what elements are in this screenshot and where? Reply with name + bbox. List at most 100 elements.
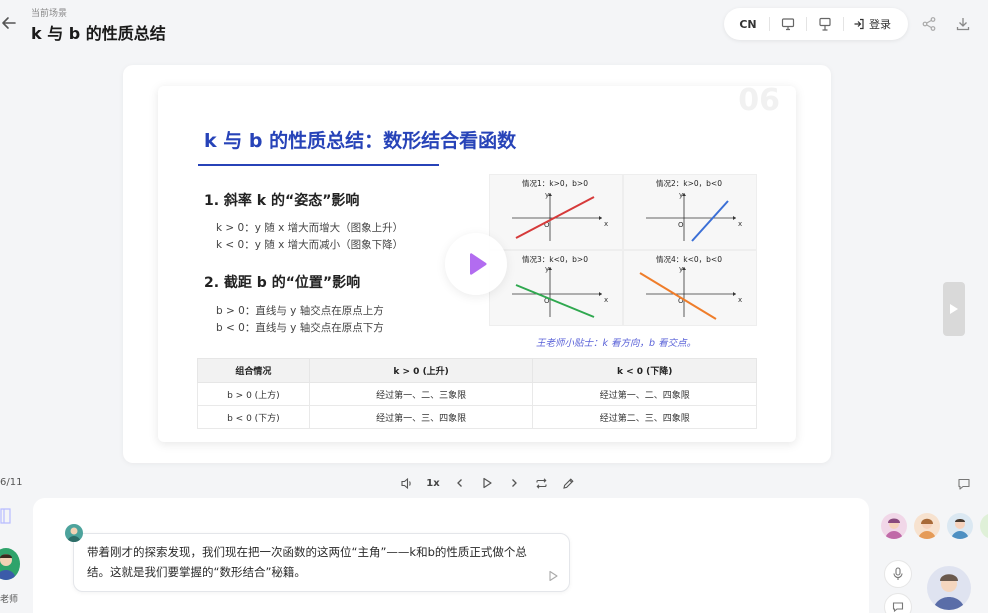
svg-text:x: x: [604, 296, 608, 304]
teacher-label: 老师: [0, 595, 19, 605]
table-header: k > 0 (上升): [308, 358, 534, 383]
microphone-icon: [893, 567, 903, 580]
chevron-right-icon: [512, 479, 517, 487]
slide: 06 k 与 b 的性质总结：数形结合看函数 1. 斜率 k 的“姿态”影响 k…: [158, 86, 796, 442]
repeat-button[interactable]: [530, 472, 552, 494]
language-button[interactable]: CN: [734, 8, 762, 40]
message-bubble: 带着刚才的探索发现，我们现在把一次函数的这两位“主角”——k和b的性质正式做个总…: [73, 533, 570, 592]
svg-text:情况2：k>0，b<0: 情况2：k>0，b<0: [656, 178, 722, 188]
top-toolbar: CN 登录: [724, 8, 908, 40]
table-header: k < 0 (下降): [532, 358, 757, 383]
graph-case-2: 情况2：k>0，b<0 x y O: [624, 175, 756, 249]
header: 当前场景 k 与 b 的性质总结 CN 登录: [0, 0, 988, 52]
next-slide-button[interactable]: [943, 282, 965, 336]
section-heading-slope: 1. 斜率 k 的“姿态”影响: [204, 193, 360, 209]
play-overlay-button[interactable]: [445, 233, 507, 295]
pencil-icon: [562, 477, 574, 489]
play-icon: [470, 253, 487, 275]
play-button[interactable]: [476, 472, 498, 494]
participant-avatar[interactable]: [914, 513, 940, 539]
next-button[interactable]: [503, 472, 525, 494]
repeat-icon: [535, 477, 547, 489]
graph-line: [515, 284, 595, 318]
table-cell: 经过第一、二、四象限: [532, 382, 757, 406]
participant-avatar[interactable]: [881, 513, 907, 539]
login-icon: [854, 18, 864, 30]
graph-case-4: 情况4：k<0，b<0 x y O: [624, 251, 756, 325]
table-row: b < 0 (下方) 经过第一、三、四象限 经过第二、三、四象限: [197, 405, 757, 429]
title-underline: [198, 164, 439, 166]
section-heading-intercept: 2. 截距 b 的“位置”影响: [204, 275, 361, 291]
graph-case-3: 情况3：k<0，b>0 x y O: [490, 251, 622, 325]
slide-number-watermark: 06: [738, 86, 780, 118]
teacher-tip: 王老师小贴士：k 看方向，b 看交点。: [536, 338, 697, 349]
intercept-line-positive: b > 0：直线与 y 轴交点在原点上方: [216, 305, 384, 317]
graph-line: [639, 272, 717, 320]
table-cell: b > 0 (上方): [197, 382, 310, 406]
monitor-icon: [781, 18, 795, 31]
speed-button[interactable]: 1x: [422, 472, 444, 494]
message-icon: [892, 602, 904, 613]
table-row: b > 0 (上方) 经过第一、二、三象限 经过第一、二、四象限: [197, 382, 757, 406]
slide-title: k 与 b 的性质总结：数形结合看函数: [204, 130, 517, 152]
annotate-button[interactable]: [557, 472, 579, 494]
monitor-button[interactable]: [777, 8, 799, 40]
graph-line: [691, 200, 729, 242]
slope-line-positive: k > 0：y 随 x 增大而增大（图象上升）: [216, 222, 404, 234]
whiteboard-button[interactable]: [814, 8, 836, 40]
page-counter: 6/11: [0, 477, 23, 488]
graph-grid: 情况1：k>0，b>0 x y O 情况2：k>0，b<0 x y O 情况3：…: [489, 174, 757, 326]
play-icon: [483, 477, 492, 489]
svg-text:x: x: [604, 220, 608, 228]
playback-controls: 1x: [395, 472, 593, 494]
toolbar-divider: [843, 17, 844, 31]
svg-text:y: y: [679, 191, 683, 199]
previous-button[interactable]: [449, 472, 471, 494]
svg-text:x: x: [738, 296, 742, 304]
play-audio-icon[interactable]: [547, 570, 559, 582]
whiteboard-icon: [819, 17, 831, 31]
svg-text:情况4：k<0，b<0: 情况4：k<0，b<0: [656, 254, 722, 264]
chat-bubble-icon: [958, 478, 970, 490]
svg-text:y: y: [545, 191, 549, 199]
chevron-right-icon: [950, 304, 958, 314]
scene-label: 当前场景: [31, 9, 68, 19]
graph-case-1: 情况1：k>0，b>0 x y O: [490, 175, 622, 249]
intercept-line-negative: b < 0：直线与 y 轴交点在原点下方: [216, 322, 384, 334]
toolbar-divider: [769, 17, 770, 31]
microphone-button[interactable]: [884, 560, 912, 588]
back-arrow-icon[interactable]: [0, 14, 18, 32]
download-icon[interactable]: [955, 16, 971, 32]
table-cell: b < 0 (下方): [197, 405, 310, 429]
chevron-left-icon: [457, 479, 462, 487]
volume-icon: [400, 477, 411, 489]
properties-table: 组合情况 k > 0 (上升) k < 0 (下降) b > 0 (上方) 经过…: [197, 358, 757, 429]
participant-avatar[interactable]: [947, 513, 973, 539]
caption-button[interactable]: [957, 476, 971, 495]
slope-line-negative: k < 0：y 随 x 增大而减小（图象下降）: [216, 239, 404, 251]
user-avatar[interactable]: [927, 566, 971, 610]
volume-button[interactable]: [395, 472, 417, 494]
chat-button[interactable]: [884, 593, 912, 613]
speaker-avatar: [65, 524, 83, 542]
graph-label: 情况1：k>0，b>0: [522, 178, 588, 188]
table-cell: 经过第一、二、三象限: [308, 382, 534, 406]
table-header: 组合情况: [197, 358, 310, 383]
participant-avatar[interactable]: [980, 513, 988, 539]
svg-text:y: y: [679, 265, 683, 273]
svg-text:O: O: [678, 221, 684, 229]
table-cell: 经过第二、三、四象限: [532, 405, 757, 429]
table-header-row: 组合情况 k > 0 (上升) k < 0 (下降): [197, 358, 757, 383]
login-button[interactable]: 登录: [851, 8, 891, 40]
share-icon[interactable]: [921, 16, 937, 32]
notebook-icon[interactable]: [0, 508, 12, 524]
svg-text:情况3：k<0，b>0: 情况3：k<0，b>0: [522, 254, 588, 264]
message-text: 带着刚才的探索发现，我们现在把一次函数的这两位“主角”——k和b的性质正式做个总…: [87, 545, 527, 579]
svg-text:y: y: [545, 265, 549, 273]
graph-line: [515, 196, 595, 239]
table-cell: 经过第一、三、四象限: [308, 405, 534, 429]
svg-text:x: x: [738, 220, 742, 228]
login-label: 登录: [869, 18, 891, 31]
page-title: k 与 b 的性质总结: [31, 24, 166, 43]
toolbar-divider: [806, 17, 807, 31]
